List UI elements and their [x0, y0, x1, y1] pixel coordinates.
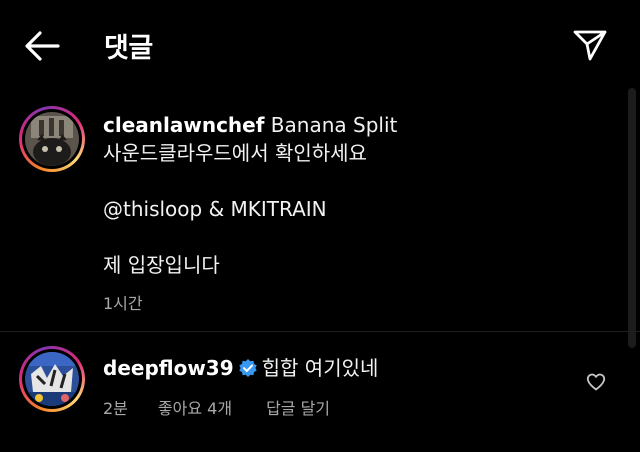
avatar-photo-icon — [25, 352, 79, 406]
avatar-image — [25, 352, 79, 406]
caption-line-1: cleanlawnchef Banana Split — [103, 111, 397, 139]
caption-meta: 1시간 — [103, 290, 169, 314]
caption-timestamp: 1시간 — [103, 294, 143, 313]
avatar-border — [22, 349, 82, 409]
arrow-left-icon — [25, 31, 60, 61]
verified-badge-icon — [238, 357, 258, 377]
caption-line-4: 제 입장입니다 — [103, 253, 220, 277]
likes-count-link[interactable]: 좋아요 4개 — [158, 399, 232, 418]
caption-username[interactable]: cleanlawnchef — [103, 113, 264, 137]
caption-line-2: 사운드클라우드에서 확인하세요 — [103, 141, 367, 165]
comment-timestamp: 2분 — [103, 399, 128, 418]
caption-title: Banana Split — [264, 113, 398, 137]
divider — [0, 331, 640, 332]
avatar-image — [25, 112, 79, 166]
reply-button[interactable]: 답글 달기 — [266, 399, 330, 418]
like-button[interactable] — [586, 372, 606, 392]
caption-body: cleanlawnchef Banana Split 사운드클라우드에서 확인하… — [103, 111, 397, 279]
header: 댓글 — [0, 0, 640, 90]
scrollbar[interactable] — [628, 88, 636, 348]
back-button[interactable] — [22, 28, 62, 64]
page-title: 댓글 — [104, 33, 153, 64]
avatar-cleanlawnchef[interactable] — [19, 106, 85, 172]
paper-plane-icon — [573, 30, 607, 61]
avatar-photo-icon — [25, 112, 79, 166]
comment-text: 힙합 여기있네 — [261, 356, 379, 380]
heart-icon — [586, 373, 606, 391]
avatar-deepflow39[interactable] — [19, 346, 85, 412]
comment-meta: 2분 좋아요 4개 답글 달기 — [103, 395, 356, 419]
comment-username[interactable]: deepflow39 — [103, 356, 234, 380]
caption-line-3: @thisloop & MKITRAIN — [103, 197, 327, 221]
share-button[interactable] — [571, 27, 609, 63]
comment-body: deepflow39 힙합 여기있네 — [103, 354, 378, 382]
avatar-border — [22, 109, 82, 169]
